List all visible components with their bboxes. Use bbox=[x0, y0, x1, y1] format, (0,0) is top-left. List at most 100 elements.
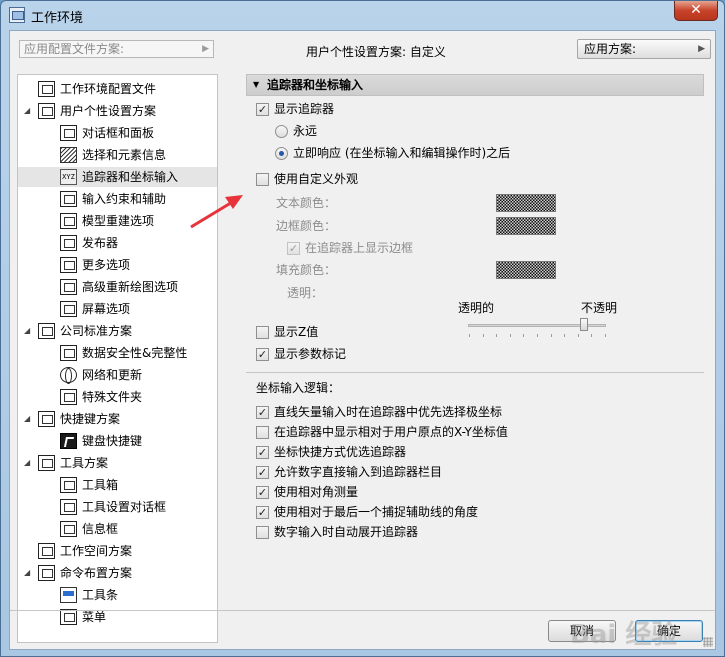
expand-toggle-icon[interactable]: ◢ bbox=[24, 563, 34, 583]
tree-item-label: 工具条 bbox=[82, 588, 119, 602]
section-header[interactable]: ▼ 追踪器和坐标输入 bbox=[246, 74, 704, 96]
tree-item[interactable]: ◢ 工具方案 bbox=[18, 453, 217, 473]
radio-always[interactable] bbox=[275, 125, 288, 138]
tree-item[interactable]: 高级重新绘图选项 bbox=[18, 277, 217, 297]
slider-tick bbox=[523, 334, 525, 337]
tree-item-label: 公司标准方案 bbox=[60, 324, 133, 338]
apply-scheme-button[interactable]: 应用方案: ▶ bbox=[577, 39, 711, 59]
tree-item[interactable]: 键盘快捷键 bbox=[18, 431, 217, 451]
tree-item[interactable]: 数据安全性&完整性 bbox=[18, 343, 217, 363]
window-title: 工作环境 bbox=[31, 11, 84, 26]
tree-item[interactable]: 工作环境配置文件 bbox=[18, 79, 217, 99]
chevron-right-icon: ▶ bbox=[698, 44, 705, 54]
tree-item[interactable]: 对话框和面板 bbox=[18, 123, 217, 143]
border-color-label: 边框颜色： bbox=[276, 219, 337, 233]
toolbar-icon bbox=[60, 587, 77, 603]
tree-item-label: 快捷键方案 bbox=[60, 412, 121, 426]
tree-item[interactable]: ◢ 公司标准方案 bbox=[18, 321, 217, 341]
tree-item-label: 用户个性设置方案 bbox=[60, 104, 157, 118]
coord-option-checkbox[interactable]: ✓ bbox=[256, 406, 269, 419]
tree-item-label: 发布器 bbox=[82, 236, 119, 250]
slider-tick bbox=[564, 334, 566, 337]
chevron-right-icon: ▶ bbox=[202, 44, 209, 54]
expand-toggle-icon[interactable]: ◢ bbox=[24, 453, 34, 473]
tree-item-label: 高级重新绘图选项 bbox=[82, 280, 179, 294]
collapse-triangle-icon: ▼ bbox=[253, 80, 260, 89]
coord-option-checkbox[interactable] bbox=[256, 426, 269, 439]
expand-toggle-icon[interactable]: ◢ bbox=[24, 321, 34, 341]
coord-option-label: 数字输入时自动展开追踪器 bbox=[274, 525, 419, 539]
profile-scheme-select[interactable]: 应用配置文件方案: ▶ bbox=[19, 40, 214, 58]
show-param-checkbox[interactable]: ✓ bbox=[256, 348, 269, 361]
tree-item-label: 工具箱 bbox=[82, 478, 119, 492]
show-border-label: 在追踪器上显示边框 bbox=[305, 241, 414, 255]
expand-toggle-icon[interactable]: ◢ bbox=[24, 409, 34, 429]
show-param-label: 显示参数标记 bbox=[274, 347, 347, 361]
tree-item[interactable]: 选择和元素信息 bbox=[18, 145, 217, 165]
data-safety-icon bbox=[60, 345, 77, 361]
tool-scheme-icon bbox=[38, 455, 55, 471]
show-z-label: 显示Z值 bbox=[274, 325, 319, 339]
tree-item[interactable]: ◢ 命令布置方案 bbox=[18, 563, 217, 583]
tree-item[interactable]: 工作空间方案 bbox=[18, 541, 217, 561]
tree-item[interactable]: ◢ 用户个性设置方案 bbox=[18, 101, 217, 121]
tree-item[interactable]: ◢ 快捷键方案 bbox=[18, 409, 217, 429]
coord-option-label: 使用相对角测量 bbox=[274, 485, 359, 499]
coord-option-checkbox[interactable]: ✓ bbox=[256, 446, 269, 459]
tree-item-label: 输入约束和辅助 bbox=[82, 192, 167, 206]
tree-item[interactable]: 信息框 bbox=[18, 519, 217, 539]
screen-icon bbox=[60, 301, 77, 317]
menu-icon bbox=[60, 609, 77, 625]
profile-icon bbox=[38, 81, 55, 97]
show-tracker-label: 显示追踪器 bbox=[274, 102, 335, 116]
bottom-divider bbox=[10, 610, 715, 611]
user-scheme-label: 用户个性设置方案: 自定义 bbox=[306, 45, 446, 59]
tree-item[interactable]: 工具设置对话框 bbox=[18, 497, 217, 517]
dialog-client-area: 应用配置文件方案: ▶ 用户个性设置方案: 自定义 应用方案: ▶ 工作环境配置… bbox=[9, 30, 716, 650]
tree-item-label: 更多选项 bbox=[82, 258, 131, 272]
tree-item[interactable]: 输入约束和辅助 bbox=[18, 189, 217, 209]
coord-logic-label: 坐标输入逻辑： bbox=[256, 381, 341, 395]
tree-item[interactable]: XYZ 追踪器和坐标输入 bbox=[18, 167, 217, 187]
coord-option-checkbox[interactable]: ✓ bbox=[256, 506, 269, 519]
tree-item[interactable]: 模型重建选项 bbox=[18, 211, 217, 231]
app-icon bbox=[9, 7, 25, 23]
toolbox-icon bbox=[60, 477, 77, 493]
tree-item[interactable]: 工具箱 bbox=[18, 475, 217, 495]
show-z-checkbox[interactable] bbox=[256, 326, 269, 339]
tree-item[interactable]: 工具条 bbox=[18, 585, 217, 605]
radio-always-label: 永远 bbox=[293, 124, 318, 138]
globe-icon bbox=[60, 367, 77, 384]
slider-tick bbox=[482, 334, 484, 337]
radio-immediate[interactable] bbox=[275, 147, 288, 160]
slider-tick bbox=[605, 334, 606, 337]
watermark: Bai 经验 bbox=[570, 620, 678, 650]
transparent-label: 透明的 bbox=[458, 301, 495, 315]
text-color-swatch[interactable] bbox=[496, 194, 556, 212]
tree-item[interactable]: 特殊文件夹 bbox=[18, 387, 217, 407]
tree-item[interactable]: 更多选项 bbox=[18, 255, 217, 275]
tree-item-label: 屏幕选项 bbox=[82, 302, 131, 316]
close-button[interactable]: ✕ bbox=[674, 1, 718, 21]
coord-option-checkbox[interactable]: ✓ bbox=[256, 486, 269, 499]
custom-appearance-label: 使用自定义外观 bbox=[274, 172, 359, 186]
tree-item[interactable]: 屏幕选项 bbox=[18, 299, 217, 319]
tree-item-label: 特殊文件夹 bbox=[82, 390, 143, 404]
tree-item[interactable]: 发布器 bbox=[18, 233, 217, 253]
coord-option-checkbox[interactable] bbox=[256, 526, 269, 539]
custom-appearance-checkbox[interactable] bbox=[256, 173, 269, 186]
expand-toggle-icon[interactable]: ◢ bbox=[24, 101, 34, 121]
resize-grip[interactable] bbox=[703, 637, 713, 647]
tree-item-label: 工作空间方案 bbox=[60, 544, 133, 558]
fill-color-swatch[interactable] bbox=[496, 261, 556, 279]
coord-option-checkbox[interactable]: ✓ bbox=[256, 466, 269, 479]
border-color-swatch[interactable] bbox=[496, 217, 556, 235]
transparency-slider-thumb[interactable] bbox=[579, 318, 588, 331]
coord-option-label: 坐标快捷方式优选追踪器 bbox=[274, 445, 407, 459]
show-border-checkbox[interactable]: ✓ bbox=[287, 242, 300, 255]
show-tracker-checkbox[interactable]: ✓ bbox=[256, 103, 269, 116]
title-bar[interactable]: 工作环境 ✕ bbox=[1, 1, 724, 29]
tree-item-label: 选择和元素信息 bbox=[82, 148, 167, 162]
slider-tick bbox=[550, 334, 552, 337]
tree-item[interactable]: 网络和更新 bbox=[18, 365, 217, 385]
